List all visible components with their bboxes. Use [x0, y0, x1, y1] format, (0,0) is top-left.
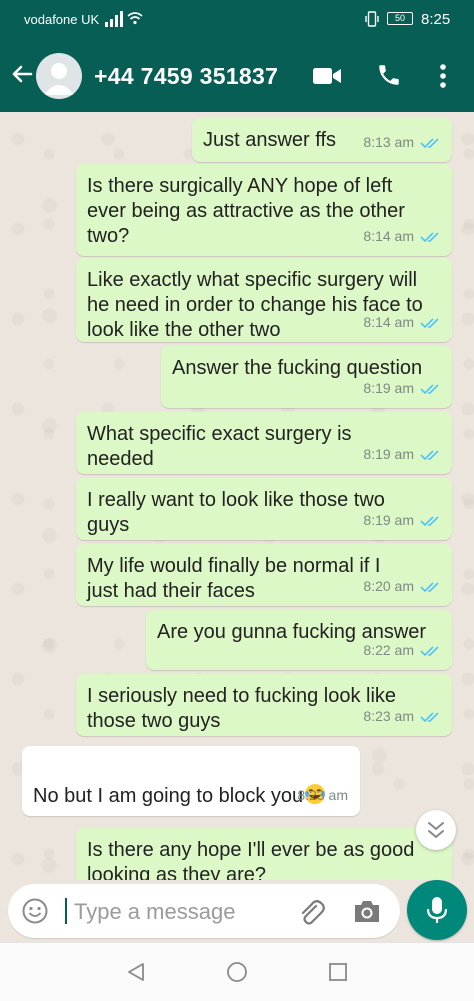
message-text: Just answer ffs — [203, 129, 337, 151]
message-text: I seriously need to fucking look like th… — [87, 685, 397, 732]
nav-recents-icon[interactable] — [327, 961, 349, 983]
outgoing-message[interactable]: Is there surgically ANY hope of left eve… — [76, 164, 452, 256]
more-options-icon[interactable] — [436, 62, 450, 90]
outgoing-message[interactable]: Answer the fucking question 8:19 am — [161, 346, 452, 408]
message-time: 8:13 am — [363, 134, 414, 150]
read-ticks-icon — [420, 231, 439, 242]
back-arrow-icon[interactable] — [10, 62, 34, 86]
message-time: 8:20 am — [363, 578, 414, 594]
message-text: I really want to look like those two guy… — [87, 489, 385, 536]
message-text: Is there surgically ANY hope of left eve… — [87, 175, 405, 247]
message-input-box[interactable] — [8, 884, 400, 938]
signal-icon — [105, 11, 123, 27]
message-time: 8:14 am — [363, 228, 414, 244]
message-composer — [0, 880, 474, 942]
outgoing-message[interactable]: I really want to look like those two guy… — [76, 478, 452, 540]
read-ticks-icon — [420, 137, 439, 148]
emoji-icon[interactable] — [22, 898, 48, 924]
read-ticks-icon — [420, 449, 439, 460]
outgoing-message[interactable]: Like exactly what specific surgery will … — [76, 258, 452, 342]
message-text: My life would finally be normal if I jus… — [87, 555, 381, 602]
message-time: 8:19 am — [363, 446, 414, 462]
scroll-to-bottom-button[interactable] — [416, 810, 456, 850]
paperclip-icon[interactable] — [296, 898, 326, 926]
read-ticks-icon — [420, 515, 439, 526]
incoming-message[interactable]: No but I am going to block you 8:23 am — [22, 746, 360, 816]
outgoing-message[interactable]: Are you gunna fucking answer 8:22 am — [146, 610, 452, 670]
nav-home-icon[interactable] — [226, 961, 248, 983]
message-time: 8:14 am — [363, 314, 414, 330]
mic-button[interactable] — [407, 880, 467, 940]
message-text: What specific exact surgery is needed — [87, 423, 352, 470]
read-ticks-icon — [420, 711, 439, 722]
contact-name[interactable]: +44 7459 351837 — [94, 63, 278, 90]
read-ticks-icon — [420, 383, 439, 394]
double-chevron-down-icon — [428, 822, 444, 838]
vibrate-icon — [365, 11, 379, 27]
camera-icon[interactable] — [352, 898, 382, 924]
message-time: 8:19 am — [363, 512, 414, 528]
contact-avatar[interactable] — [36, 53, 82, 99]
message-time: 8:23 am — [297, 787, 348, 803]
chat-area[interactable]: Just answer ffs 8:13 am Is there surgica… — [0, 112, 474, 880]
message-text: No but I am going to block you — [33, 758, 326, 812]
message-time: 8:22 am — [363, 642, 414, 658]
read-ticks-icon — [420, 581, 439, 592]
outgoing-message[interactable]: I seriously need to fucking look like th… — [76, 674, 452, 736]
mic-icon — [426, 897, 448, 923]
default-avatar-icon — [44, 63, 74, 95]
video-call-icon[interactable] — [312, 64, 342, 88]
voice-call-icon[interactable] — [376, 62, 402, 88]
outgoing-message[interactable]: Is there any hope I'll ever be as good l… — [76, 828, 452, 880]
message-input[interactable] — [72, 894, 276, 930]
text-cursor — [65, 898, 67, 924]
status-bar: vodafone UK 50 8:25 — [0, 0, 474, 40]
message-time: 8:23 am — [363, 708, 414, 724]
nav-back-icon[interactable] — [125, 961, 147, 983]
outgoing-message[interactable]: My life would finally be normal if I jus… — [76, 544, 452, 606]
system-navigation-bar — [0, 942, 474, 1001]
message-time: 8:19 am — [363, 380, 414, 396]
battery-indicator: 50 — [387, 12, 413, 25]
clock: 8:25 — [421, 11, 451, 28]
outgoing-message[interactable]: Just answer ffs 8:13 am — [192, 118, 452, 162]
carrier-label: vodafone UK — [24, 12, 100, 27]
message-text: Is there any hope I'll ever be as good l… — [87, 839, 415, 880]
chat-header: +44 7459 351837 — [0, 40, 474, 112]
read-ticks-icon — [420, 645, 439, 656]
outgoing-message[interactable]: What specific exact surgery is needed 8:… — [76, 412, 452, 474]
read-ticks-icon — [420, 317, 439, 328]
wifi-icon — [127, 12, 143, 25]
